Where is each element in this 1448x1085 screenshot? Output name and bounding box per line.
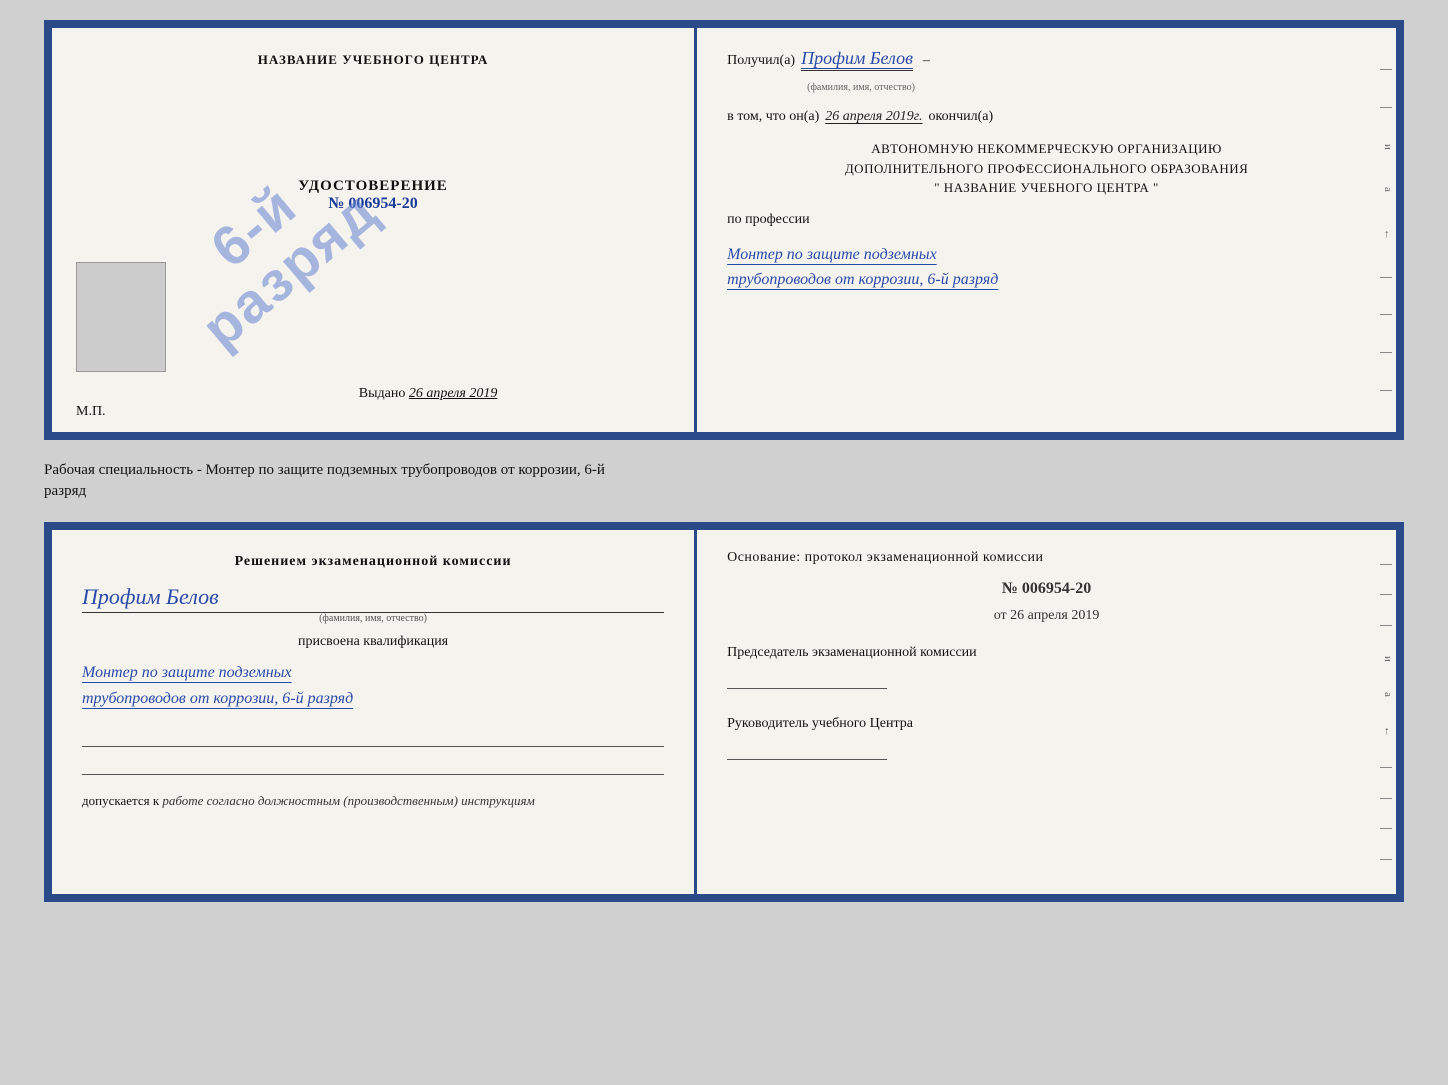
photo-placeholder — [76, 262, 166, 372]
protocol-date: от 26 апреля 2019 — [727, 608, 1366, 624]
qualification-line1: Монтер по защите подземных — [82, 660, 664, 686]
top-heading: НАЗВАНИЕ УЧЕБНОГО ЦЕНТРА — [258, 52, 489, 68]
side-line-b6 — [1380, 828, 1392, 829]
doc-bottom-right: Основание: протокол экзаменационной коми… — [697, 530, 1396, 894]
side-line-1 — [1380, 69, 1392, 70]
side-line-2 — [1380, 107, 1392, 108]
qualification-text: Монтер по защите подземных трубопроводов… — [82, 660, 664, 711]
side-line-5 — [1380, 352, 1392, 353]
received-hint: (фамилия, имя, отчество) — [807, 82, 915, 93]
blank-lines-block — [82, 725, 664, 775]
side-text-arrow: ← — [1380, 229, 1394, 240]
profession-line2: трубопроводов от коррозии, 6-й разряд — [727, 267, 1366, 293]
qualification-line2: трубопроводов от коррозии, 6-й разряд — [82, 686, 664, 712]
allowed-text: допускается к работе согласно должностны… — [82, 793, 664, 809]
side-line-6 — [1380, 390, 1392, 391]
person-hint: (фамилия, имя, отчество) — [82, 613, 664, 624]
side-line-b4 — [1380, 767, 1392, 768]
decision-heading: Решением экзаменационной комиссии — [82, 554, 664, 570]
org-line2: ДОПОЛНИТЕЛЬНОГО ПРОФЕССИОНАЛЬНОГО ОБРАЗО… — [727, 159, 1366, 179]
chairman-block: Председатель экзаменационной комиссии — [727, 642, 1366, 693]
received-line: Получил(а) Профим Белов – — [727, 48, 1366, 71]
middle-text-block: Рабочая специальность - Монтер по защите… — [44, 456, 1404, 506]
received-name: Профим Белов — [801, 48, 913, 71]
in-that-prefix: в том, что он(а) — [727, 109, 819, 125]
allowed-prefix: допускается к — [82, 793, 159, 808]
cert-number: № 006954-20 — [298, 195, 448, 213]
protocol-date-value: 26 апреля 2019 — [1010, 608, 1099, 623]
profession-line1: Монтер по защите подземных — [727, 242, 1366, 268]
org-line1: АВТОНОМНУЮ НЕКОММЕРЧЕСКУЮ ОРГАНИЗАЦИЮ — [727, 139, 1366, 159]
basis-heading: Основание: протокол экзаменационной коми… — [727, 550, 1366, 566]
person-name: Профим Белов — [82, 584, 664, 613]
middle-line1: Рабочая специальность - Монтер по защите… — [44, 460, 1404, 481]
profession-label: по профессии — [727, 212, 1366, 228]
issued-line: Выдано 26 апреля 2019 — [249, 386, 498, 412]
org-line3: " НАЗВАНИЕ УЧЕБНОГО ЦЕНТРА " — [727, 178, 1366, 198]
top-document: НАЗВАНИЕ УЧЕБНОГО ЦЕНТРА 6-й разряд УДОС… — [44, 20, 1404, 440]
side-line-b3 — [1380, 625, 1392, 626]
profession-handwritten: Монтер по защите подземных трубопроводов… — [727, 242, 1366, 293]
chairman-title: Председатель экзаменационной комиссии — [727, 642, 1366, 663]
issued-label: Выдано — [359, 386, 406, 401]
finished-label: окончил(а) — [929, 109, 994, 125]
side-line-b7 — [1380, 859, 1392, 860]
mp-label: М.П. — [76, 404, 106, 420]
head-signature-line — [727, 740, 887, 760]
assigned-text: присвоена квалификация — [82, 634, 664, 650]
blank-line-2 — [82, 753, 664, 775]
side-line-3 — [1380, 277, 1392, 278]
side-decoration: и а ← — [1378, 28, 1396, 432]
in-that-line: в том, что он(а) 26 апреля 2019г. окончи… — [727, 109, 1366, 125]
head-block: Руководитель учебного Центра — [727, 713, 1366, 764]
cert-title: УДОСТОВЕРЕНИЕ — [298, 178, 448, 195]
protocol-number: № 006954-20 — [727, 580, 1366, 598]
middle-line2: разряд — [44, 481, 1404, 502]
blank-line-1 — [82, 725, 664, 747]
dash: – — [923, 53, 930, 69]
head-title: Руководитель учебного Центра — [727, 713, 1366, 734]
side-text-ba: а — [1380, 692, 1394, 697]
issued-date: 26 апреля 2019 — [409, 386, 497, 401]
side-line-4 — [1380, 314, 1392, 315]
protocol-date-prefix: от — [994, 608, 1007, 623]
side-line-b1 — [1380, 564, 1392, 565]
side-line-b2 — [1380, 594, 1392, 595]
chairman-signature-line — [727, 669, 887, 689]
side-text-bi: и — [1380, 656, 1394, 662]
side-text-barrow: ← — [1380, 726, 1394, 737]
doc-left: НАЗВАНИЕ УЧЕБНОГО ЦЕНТРА 6-й разряд УДОС… — [52, 28, 697, 432]
doc-right: Получил(а) Профим Белов – (фамилия, имя,… — [697, 28, 1396, 432]
doc-bottom-left: Решением экзаменационной комиссии Профим… — [52, 530, 697, 894]
bottom-document: Решением экзаменационной комиссии Профим… — [44, 522, 1404, 902]
side-decoration-bottom: и а ← — [1378, 530, 1396, 894]
in-that-date: 26 апреля 2019г. — [825, 109, 922, 125]
received-prefix: Получил(а) — [727, 53, 795, 69]
side-line-b5 — [1380, 798, 1392, 799]
side-text-a: а — [1380, 187, 1394, 192]
allowed-handwritten: работе согласно должностным (производств… — [162, 793, 534, 808]
side-text-i: и — [1380, 144, 1394, 150]
org-block: АВТОНОМНУЮ НЕКОММЕРЧЕСКУЮ ОРГАНИЗАЦИЮ ДО… — [727, 139, 1366, 198]
